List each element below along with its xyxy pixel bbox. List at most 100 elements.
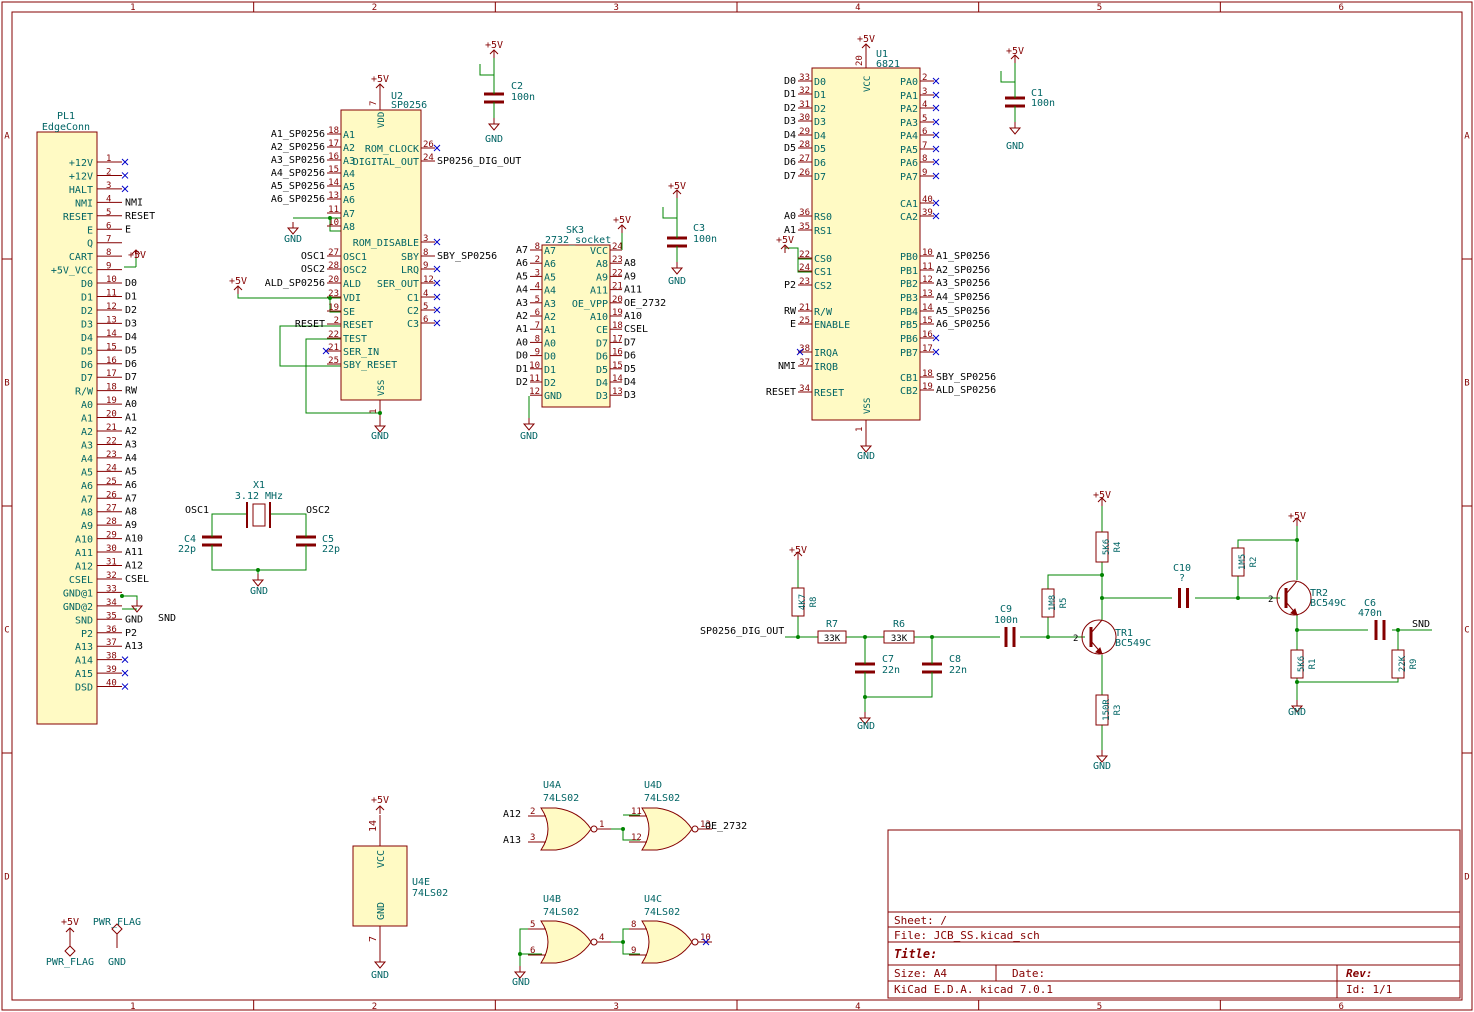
sk3-net-label: D6 bbox=[624, 351, 636, 362]
u1-pin-num: 32 bbox=[799, 86, 810, 96]
frame-col-label-bottom: 5 bbox=[1097, 1002, 1102, 1012]
u2-pin-name: C2 bbox=[407, 306, 419, 317]
r1-resistor-value: 5K6 bbox=[1297, 656, 1307, 672]
sk3-net-label: A8 bbox=[624, 258, 636, 269]
pl1-pin-num: 20 bbox=[106, 410, 117, 420]
sk3-pin-num: 23 bbox=[612, 255, 623, 265]
u1-pin-num: 2 bbox=[922, 73, 927, 83]
r2-resistor-value: 1M5 bbox=[1238, 554, 1248, 570]
pl1-net-label: CSEL bbox=[125, 574, 149, 585]
pl1-pin-name: A1 bbox=[81, 414, 93, 425]
pl1-pin-name: D4 bbox=[81, 333, 93, 344]
pl1-pin-num: 26 bbox=[106, 490, 117, 500]
x1-ref: X1 bbox=[253, 480, 265, 491]
sk3-net-label: A5 bbox=[516, 271, 528, 282]
u4b-gnd: GND bbox=[512, 977, 530, 988]
sk3-pin-name: A8 bbox=[596, 259, 608, 270]
pl1-pin-num: 18 bbox=[106, 383, 117, 393]
title-title: Title: bbox=[894, 947, 937, 961]
sk3-pin-num: 10 bbox=[529, 361, 540, 371]
pl1-no-connect bbox=[121, 669, 129, 677]
u1-pin-num: 13 bbox=[922, 289, 933, 299]
sk3-pin-num: 17 bbox=[612, 334, 623, 344]
u4a-nor-gate: 2 3 1 bbox=[528, 807, 611, 851]
c3-ref: C3 bbox=[693, 223, 705, 234]
sk3-pin-name: D1 bbox=[544, 365, 556, 376]
r4-plus5v: +5V bbox=[1093, 490, 1111, 501]
pl1-pin-num: 16 bbox=[106, 356, 117, 366]
c1-gnd: GND bbox=[1006, 141, 1024, 152]
pl1-pin-num: 8 bbox=[106, 248, 111, 258]
pl1-pin-name: A9 bbox=[81, 521, 93, 532]
u4b-nor-gate-pin1: 5 bbox=[530, 920, 535, 930]
junction-dot bbox=[378, 411, 382, 415]
u4b-nor-gate-pin2: 6 bbox=[530, 946, 535, 956]
u2-net-label: A4_SP0256 bbox=[271, 168, 325, 179]
u1-pin-name: IRQB bbox=[814, 362, 838, 373]
sk3-net-label: A0 bbox=[516, 337, 528, 348]
filter-gnd: GND bbox=[857, 721, 875, 732]
sk3-pin-num: 9 bbox=[535, 348, 540, 358]
u2-pin-name: C3 bbox=[407, 319, 419, 330]
u2-vdd-num: 7 bbox=[369, 101, 379, 106]
sk3-net-label: D2 bbox=[516, 377, 528, 388]
junction-dot bbox=[863, 695, 867, 699]
pl1-net-label: NMI bbox=[125, 197, 143, 208]
frame-col-label-top: 5 bbox=[1097, 3, 1102, 13]
pl1-pin-num: 3 bbox=[106, 181, 111, 191]
frame-col-label-top: 1 bbox=[130, 3, 135, 13]
u1-pin-name: D2 bbox=[814, 104, 826, 115]
u4a-nor-gate-pin2: 3 bbox=[530, 833, 535, 843]
junction-dot bbox=[1295, 538, 1299, 542]
u1-pin-num: 23 bbox=[799, 277, 810, 287]
u2-pin-num: 6 bbox=[423, 315, 428, 325]
sk3-pin-name: A4 bbox=[544, 286, 556, 297]
pl1-pin-num: 35 bbox=[106, 611, 117, 621]
c8-capacitor bbox=[922, 660, 942, 676]
r3-resistor-ref: R3 bbox=[1113, 705, 1123, 716]
u4d-net: OE_2732 bbox=[705, 821, 747, 832]
r4-resistor-value: 5K6 bbox=[1102, 539, 1112, 555]
x1-osc2: OSC2 bbox=[306, 505, 330, 516]
r4-resistor: 5K6 R4 bbox=[1095, 531, 1123, 563]
pl1-pin-name: +12V bbox=[69, 171, 93, 182]
u4c-value: 74LS02 bbox=[644, 907, 680, 918]
x1-gnd: GND bbox=[250, 586, 268, 597]
u1-pin-num: 27 bbox=[799, 154, 810, 164]
c2-value: 100n bbox=[511, 92, 535, 103]
u2-pin-name: RESET bbox=[343, 320, 373, 331]
u4d-nor-gate: 111213 bbox=[629, 807, 712, 851]
u1-pin-num: 26 bbox=[799, 168, 810, 178]
u4b-nor-gate: 5 6 4 bbox=[528, 920, 611, 964]
pl1-pin-name: A10 bbox=[75, 535, 93, 546]
u2-pin-name: SER_IN bbox=[343, 347, 379, 358]
sk3-gnd: GND bbox=[520, 431, 538, 442]
c7-ref: C7 bbox=[882, 654, 894, 665]
pl1-net-label: A0 bbox=[125, 399, 137, 410]
u1-pin-name: PB6 bbox=[900, 334, 918, 345]
u1-pin-name: PA1 bbox=[900, 91, 918, 102]
pl1-net-label: A3 bbox=[125, 439, 137, 450]
u2-pin-num: 18 bbox=[328, 126, 339, 136]
sk3-pin-num: 6 bbox=[535, 308, 540, 318]
title-sheet: Sheet: / bbox=[894, 914, 947, 927]
sk3-pin-name: D7 bbox=[596, 338, 608, 349]
pl1-pin-num: 14 bbox=[106, 329, 117, 339]
x1-crystal bbox=[246, 502, 271, 528]
u2-pin-num: 4 bbox=[423, 289, 428, 299]
pl1-net-label: D6 bbox=[125, 359, 137, 370]
u1-net-label: A1_SP0256 bbox=[936, 251, 990, 262]
u2-pin-name: ALD bbox=[343, 279, 361, 290]
u2-pin-num: 26 bbox=[423, 140, 434, 150]
junction-dot bbox=[518, 952, 522, 956]
u2-plus5v-symbol bbox=[375, 83, 385, 92]
junction-dot bbox=[1295, 628, 1299, 632]
c9-capacitor bbox=[1004, 627, 1016, 647]
pl1-net-label: D3 bbox=[125, 318, 137, 329]
u1-net-label: D7 bbox=[784, 171, 796, 182]
c1-plus5v: +5V bbox=[1006, 46, 1024, 57]
sk3-value: 2732_socket bbox=[545, 235, 611, 246]
pwr-plus5v: +5V bbox=[61, 917, 79, 928]
pl1-pin-name: A15 bbox=[75, 669, 93, 680]
junction-dot bbox=[1100, 596, 1104, 600]
